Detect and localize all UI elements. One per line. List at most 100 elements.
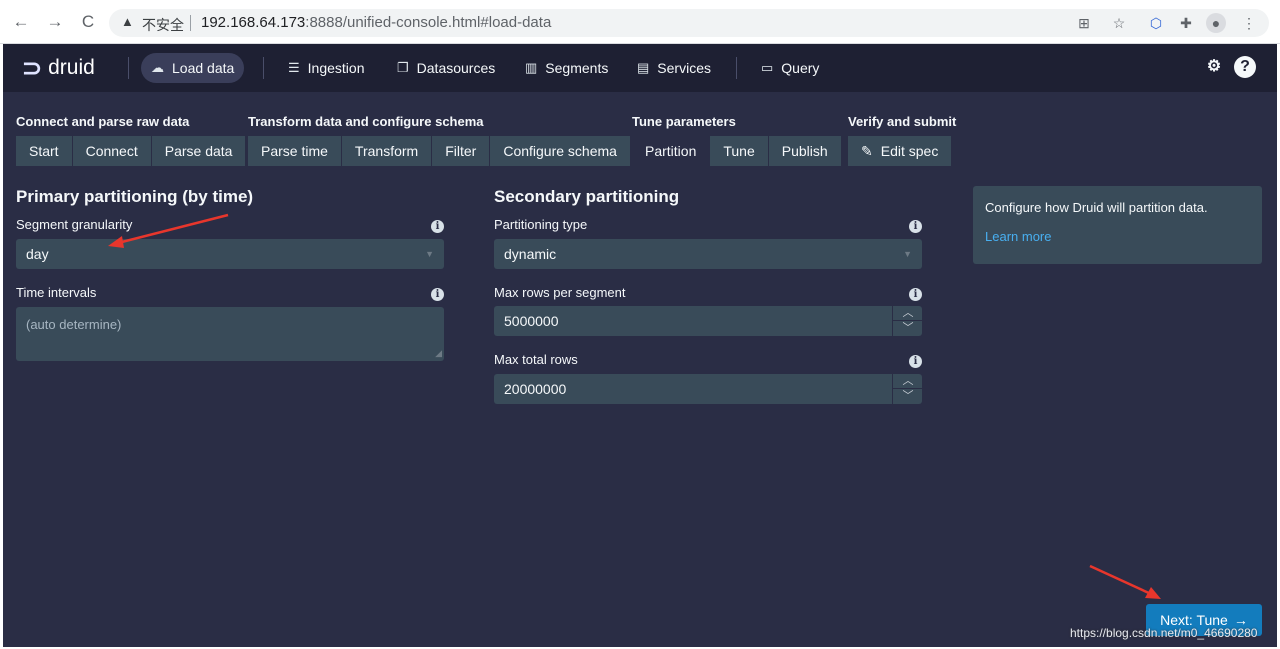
info-icon[interactable]: i	[909, 288, 922, 301]
nav-datasources-label: Datasources	[416, 60, 496, 76]
bookmark-star-icon[interactable]: ☆	[1109, 13, 1129, 33]
nav-query[interactable]: ▭ Query	[751, 53, 829, 83]
info-icon[interactable]: i	[909, 355, 922, 368]
partition-help-panel: Configure how Druid will partition data.…	[973, 186, 1262, 264]
partition-help-text: Configure how Druid will partition data.	[985, 200, 1208, 215]
segments-icon: ▥	[525, 60, 538, 75]
step-parse-data[interactable]: Parse data	[151, 136, 246, 166]
max-total-rows-input[interactable]: 20000000 ︿ ﹀	[494, 374, 923, 404]
url-path: :8888/unified-console.html#load-data	[305, 14, 552, 31]
caret-down-icon: ▼	[425, 249, 434, 259]
reload-button[interactable]: C	[77, 11, 99, 33]
url-host: 192.168.64.173	[201, 14, 306, 31]
step-transform[interactable]: Transform	[341, 136, 433, 166]
secondary-partitioning-title: Secondary partitioning	[494, 187, 680, 206]
druid-logo-icon: ⊃	[22, 54, 43, 82]
time-intervals-input[interactable]: (auto determine) ◢	[16, 307, 444, 361]
watermark-text: https://blog.csdn.net/m0_46690280	[1070, 626, 1258, 640]
gantt-chart-icon: ☰	[288, 60, 300, 75]
max-total-rows-label: Max total rows	[494, 352, 578, 367]
back-button[interactable]: ←	[10, 11, 32, 33]
druid-logo[interactable]: ⊃ druid	[22, 53, 95, 83]
partitioning-type-value: dynamic	[504, 246, 557, 262]
annotation-arrow-granularity	[108, 213, 229, 248]
increment-chevron-icon[interactable]: ︿	[893, 374, 923, 389]
segment-granularity-value: day	[26, 246, 49, 262]
extensions-puzzle-icon[interactable]: ✚	[1176, 13, 1196, 33]
step-edit-spec-label: Edit spec	[880, 143, 939, 159]
address-separator	[190, 15, 191, 31]
step-group-title: Tune parameters	[632, 114, 736, 129]
nav-divider	[736, 57, 737, 79]
nav-services[interactable]: ▤ Services	[627, 53, 721, 83]
decrement-chevron-icon[interactable]: ﹀	[893, 321, 923, 336]
translate-icon[interactable]: ⊞	[1074, 13, 1094, 33]
step-parse-time[interactable]: Parse time	[248, 136, 342, 166]
nav-segments[interactable]: ▥ Segments	[515, 53, 618, 83]
settings-gear-icon[interactable]: ⚙	[1203, 56, 1225, 78]
max-rows-per-segment-label: Max rows per segment	[494, 285, 626, 300]
query-console-icon: ▭	[761, 60, 774, 75]
database-icon: ▤	[637, 60, 650, 75]
numeric-stepper: ︿ ﹀	[892, 306, 923, 336]
info-icon[interactable]: i	[431, 288, 444, 301]
step-buttons: Start Connect Parse data	[16, 136, 246, 166]
step-group-connect: Connect and parse raw data Start Connect…	[16, 114, 246, 166]
profile-avatar-icon[interactable]: ●	[1206, 13, 1226, 33]
edit-spec-icon: ✎	[861, 143, 873, 159]
insecure-label[interactable]: 不安全	[142, 15, 184, 35]
nav-load-data-label: Load data	[172, 60, 235, 76]
cloud-upload-icon: ☁	[151, 60, 164, 75]
nav-ingestion-label: Ingestion	[307, 60, 365, 76]
browser-menu-icon[interactable]: ⋮	[1239, 13, 1259, 33]
decrement-chevron-icon[interactable]: ﹀	[893, 389, 923, 404]
step-start[interactable]: Start	[16, 136, 73, 166]
nav-segments-label: Segments	[545, 60, 609, 76]
max-total-rows-value: 20000000	[504, 381, 567, 397]
step-group-verify: Verify and submit ✎ Edit spec	[848, 114, 956, 166]
url-text[interactable]: 192.168.64.173:8888/unified-console.html…	[201, 14, 551, 31]
max-rows-per-segment-input[interactable]: 5000000 ︿ ﹀	[494, 306, 923, 336]
step-buttons: ✎ Edit spec	[848, 136, 956, 166]
nav-divider	[128, 57, 129, 79]
extension-cube-icon[interactable]: ⬡	[1146, 13, 1166, 33]
address-bar[interactable]: ▲ 不安全 192.168.64.173:8888/unified-consol…	[109, 9, 1269, 37]
nav-datasources[interactable]: ❐ Datasources	[387, 53, 505, 83]
max-rows-per-segment-value: 5000000	[504, 313, 559, 329]
resize-handle-icon[interactable]: ◢	[435, 348, 442, 359]
step-group-title: Transform data and configure schema	[248, 114, 484, 129]
nav-divider	[263, 57, 264, 79]
step-group-transform: Transform data and configure schema Pars…	[248, 114, 630, 166]
druid-console: ⊃ druid ☁ Load data ☰ Ingestion ❐ Dataso…	[3, 44, 1277, 647]
step-tune[interactable]: Tune	[710, 136, 769, 166]
time-intervals-label: Time intervals	[16, 285, 97, 300]
step-partition[interactable]: Partition	[632, 136, 711, 166]
step-connect[interactable]: Connect	[72, 136, 152, 166]
info-icon[interactable]: i	[431, 220, 444, 233]
step-configure-schema[interactable]: Configure schema	[490, 136, 630, 166]
step-buttons: Partition Tune Publish	[632, 136, 841, 166]
step-edit-spec[interactable]: ✎ Edit spec	[848, 136, 952, 166]
primary-partitioning-title: Primary partitioning (by time)	[16, 187, 254, 206]
forward-button[interactable]: →	[44, 11, 66, 33]
increment-chevron-icon[interactable]: ︿	[893, 306, 923, 321]
step-publish[interactable]: Publish	[768, 136, 841, 166]
top-navbar: ⊃ druid ☁ Load data ☰ Ingestion ❐ Dataso…	[3, 44, 1277, 92]
nav-load-data[interactable]: ☁ Load data	[141, 53, 245, 83]
step-buttons: Parse time Transform Filter Configure sc…	[248, 136, 630, 166]
step-group-tune: Tune parameters Partition Tune Publish	[632, 114, 841, 166]
nav-query-label: Query	[781, 60, 820, 76]
browser-toolbar: ← → C ▲ 不安全 192.168.64.173:8888/unified-…	[0, 0, 1280, 44]
info-icon[interactable]: i	[909, 220, 922, 233]
help-icon[interactable]: ?	[1234, 56, 1256, 78]
learn-more-link[interactable]: Learn more	[985, 229, 1250, 244]
step-filter[interactable]: Filter	[432, 136, 491, 166]
numeric-stepper: ︿ ﹀	[892, 374, 923, 404]
nav-ingestion[interactable]: ☰ Ingestion	[278, 53, 374, 83]
partitioning-type-label: Partitioning type	[494, 217, 588, 232]
nav-services-label: Services	[657, 60, 711, 76]
partitioning-type-select[interactable]: dynamic ▼	[494, 239, 922, 269]
caret-down-icon: ▼	[903, 249, 912, 259]
step-group-title: Connect and parse raw data	[16, 114, 190, 129]
warning-icon[interactable]: ▲	[121, 14, 134, 29]
